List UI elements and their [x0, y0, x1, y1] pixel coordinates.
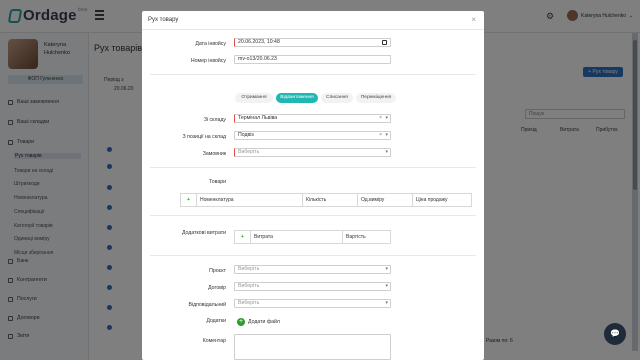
- goods-column-qty: Кількість: [303, 194, 358, 206]
- extra-costs-table-header: + Витрата Вартість: [234, 230, 391, 244]
- from-warehouse-value: Термінал Львіва: [238, 115, 278, 121]
- divider: [150, 167, 476, 168]
- to-warehouse-select[interactable]: Подвіз × ▾: [234, 131, 391, 140]
- customer-label: Замовник: [202, 151, 226, 157]
- goods-column-price: Ціна продажу: [416, 197, 448, 203]
- contract-select[interactable]: Виберіть ▾: [234, 282, 391, 291]
- customer-select[interactable]: Виберіть ▾: [234, 148, 391, 157]
- movement-modal: Рух товару × Дата інвойсу 20.06.2023, 10…: [142, 11, 484, 360]
- project-placeholder: Виберіть: [238, 266, 260, 272]
- from-warehouse-label: Зі складу: [203, 117, 226, 123]
- comment-label: Коментар: [202, 338, 226, 344]
- attachments-label: Додатки: [206, 318, 226, 324]
- customer-placeholder: Виберіть: [238, 149, 260, 155]
- divider: [150, 215, 476, 216]
- contract-placeholder: Виберіть: [238, 283, 260, 289]
- divider: [150, 255, 476, 256]
- goods-column-unit: Од.виміру: [358, 194, 413, 206]
- project-label: Проєкт: [209, 268, 226, 274]
- divider: [150, 74, 476, 75]
- costs-column-amount: Вартість: [346, 234, 366, 240]
- extra-costs-label: Додаткові витрати: [181, 230, 226, 236]
- chevron-down-icon: ▾: [385, 132, 388, 138]
- chevron-down-icon: ▾: [385, 115, 388, 121]
- doc-number-input[interactable]: mv-o13/20.06.23: [234, 55, 391, 64]
- tab-receiving[interactable]: Отримання: [235, 93, 273, 103]
- comment-textarea[interactable]: [234, 334, 391, 360]
- chevron-down-icon: ▾: [385, 283, 388, 289]
- add-file-button[interactable]: + Додати файл: [237, 318, 280, 326]
- add-goods-icon[interactable]: +: [181, 194, 197, 206]
- add-cost-icon[interactable]: +: [235, 231, 251, 243]
- responsible-label: Відповідальний: [188, 302, 226, 308]
- clear-icon[interactable]: ×: [379, 132, 382, 139]
- modal-header: Рух товару ×: [142, 11, 484, 30]
- costs-column-expense: Витрата: [251, 231, 343, 243]
- to-warehouse-label: З позиції на склад: [182, 134, 226, 140]
- doc-number-label: Номер інвойсу: [190, 58, 226, 64]
- chevron-down-icon: ▾: [385, 149, 388, 155]
- calendar-icon[interactable]: [382, 40, 387, 45]
- tab-shipment[interactable]: Відвантаження: [276, 93, 318, 103]
- chat-icon[interactable]: 💬: [604, 323, 626, 345]
- responsible-placeholder: Виберіть: [238, 300, 260, 306]
- chevron-down-icon: ▾: [385, 300, 388, 306]
- chevron-down-icon: ▾: [385, 266, 388, 272]
- tab-transfer[interactable]: Переміщення: [356, 93, 396, 103]
- goods-column-name: Номенклатура: [197, 194, 303, 206]
- to-warehouse-value: Подвіз: [238, 132, 254, 138]
- tab-write-off[interactable]: Списання: [321, 93, 353, 103]
- project-select[interactable]: Виберіть ▾: [234, 265, 391, 274]
- modal-title: Рух товару: [148, 17, 179, 23]
- doc-date-value: 20.06.2023, 10:48: [238, 39, 280, 45]
- clear-icon[interactable]: ×: [379, 115, 382, 122]
- doc-number-value: mv-o13/20.06.23: [238, 56, 277, 62]
- close-icon[interactable]: ×: [471, 15, 476, 24]
- goods-table-header: + Номенклатура Кількість Од.виміру Ціна …: [180, 193, 472, 207]
- add-file-label: Додати файл: [248, 319, 280, 325]
- doc-date-input[interactable]: 20.06.2023, 10:48: [234, 38, 391, 47]
- from-warehouse-select[interactable]: Термінал Львіва × ▾: [234, 114, 391, 123]
- goods-label: Товари: [208, 179, 226, 185]
- responsible-select[interactable]: Виберіть ▾: [234, 299, 391, 308]
- plus-icon: +: [237, 318, 245, 326]
- contract-label: Договір: [208, 285, 226, 291]
- doc-date-label: Дата інвойсу: [195, 41, 226, 47]
